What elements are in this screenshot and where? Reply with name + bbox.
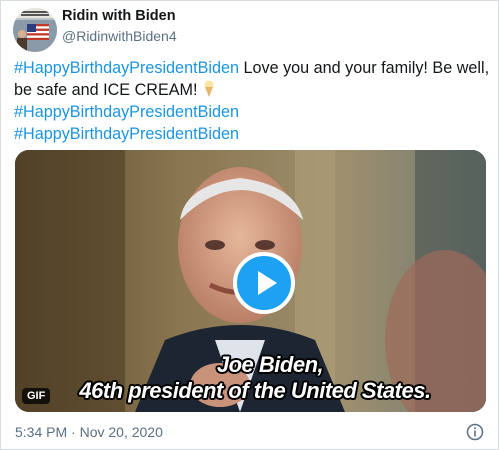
hashtag-link[interactable]: #HappyBirthdayPresidentBiden: [14, 103, 239, 121]
hashtag-link[interactable]: #HappyBirthdayPresidentBiden: [14, 59, 239, 77]
video-caption-line2: 46th president of the United States.: [79, 378, 431, 403]
tweet-timestamp[interactable]: 5:34 PM · Nov 20, 2020: [15, 424, 163, 440]
author-name[interactable]: Ridin with Biden: [62, 8, 176, 24]
play-icon: [258, 271, 277, 295]
author-handle[interactable]: @RidinwithBiden4: [62, 28, 177, 44]
gif-media[interactable]: Joe Biden, 46th president of the United …: [15, 150, 486, 412]
play-button[interactable]: [233, 252, 295, 314]
hashtag-link[interactable]: #HappyBirthdayPresidentBiden: [14, 125, 239, 143]
avatar-flag-icon: [13, 8, 57, 52]
ice-cream-icon: [204, 80, 214, 97]
avatar[interactable]: [13, 8, 57, 52]
video-caption-line1: Joe Biden,: [216, 352, 324, 377]
tweet-text: #HappyBirthdayPresidentBiden Love you an…: [14, 57, 492, 145]
info-icon[interactable]: [466, 423, 484, 441]
gif-badge: GIF: [22, 388, 51, 404]
